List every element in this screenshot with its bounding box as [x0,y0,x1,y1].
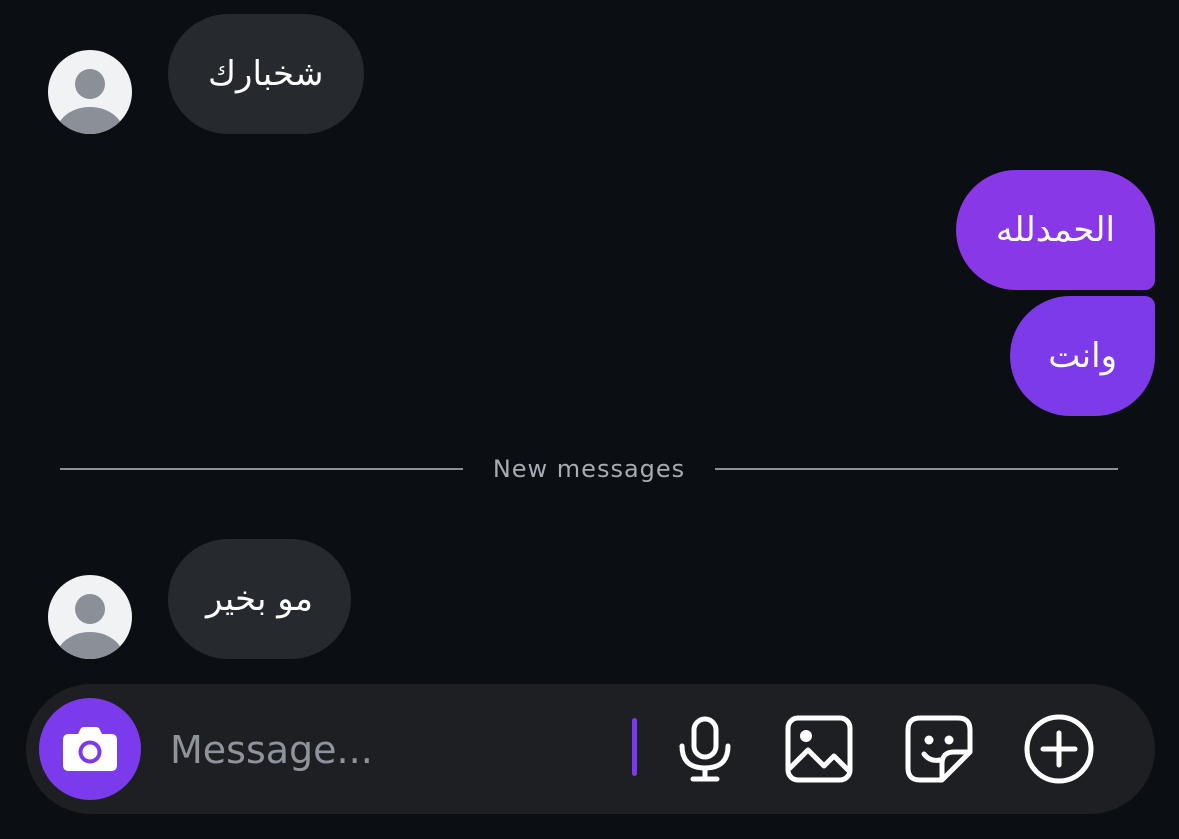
incoming-message-bubble[interactable]: مو بخير [168,539,352,659]
message-text: الحمدلله [995,210,1115,250]
plus-circle-icon [1024,714,1094,784]
divider-line [715,468,1118,470]
avatar[interactable] [48,575,132,659]
outgoing-message-bubble[interactable]: الحمدلله [955,170,1155,290]
camera-icon [63,727,117,771]
image-icon [785,715,853,783]
camera-button[interactable] [39,698,141,800]
outgoing-message-bubble[interactable]: وانت [1010,296,1155,416]
more-options-button[interactable] [1020,710,1098,788]
gallery-button[interactable] [780,710,858,788]
text-cursor [632,718,637,776]
person-icon [56,594,124,659]
avatar[interactable] [48,50,132,134]
message-input[interactable] [168,714,612,786]
person-icon [56,69,124,134]
divider-line [60,468,463,470]
new-messages-divider: New messages [60,455,1118,483]
voice-message-button[interactable] [666,710,744,788]
message-text: شخبارك [208,54,324,94]
new-messages-label: New messages [492,455,686,483]
sticker-button[interactable] [900,710,978,788]
message-text: مو بخير [206,579,314,619]
incoming-message-bubble[interactable]: شخبارك [168,14,364,134]
sticker-icon [905,715,973,783]
message-text: وانت [1048,336,1117,376]
microphone-icon [679,716,731,782]
message-composer [26,684,1155,814]
